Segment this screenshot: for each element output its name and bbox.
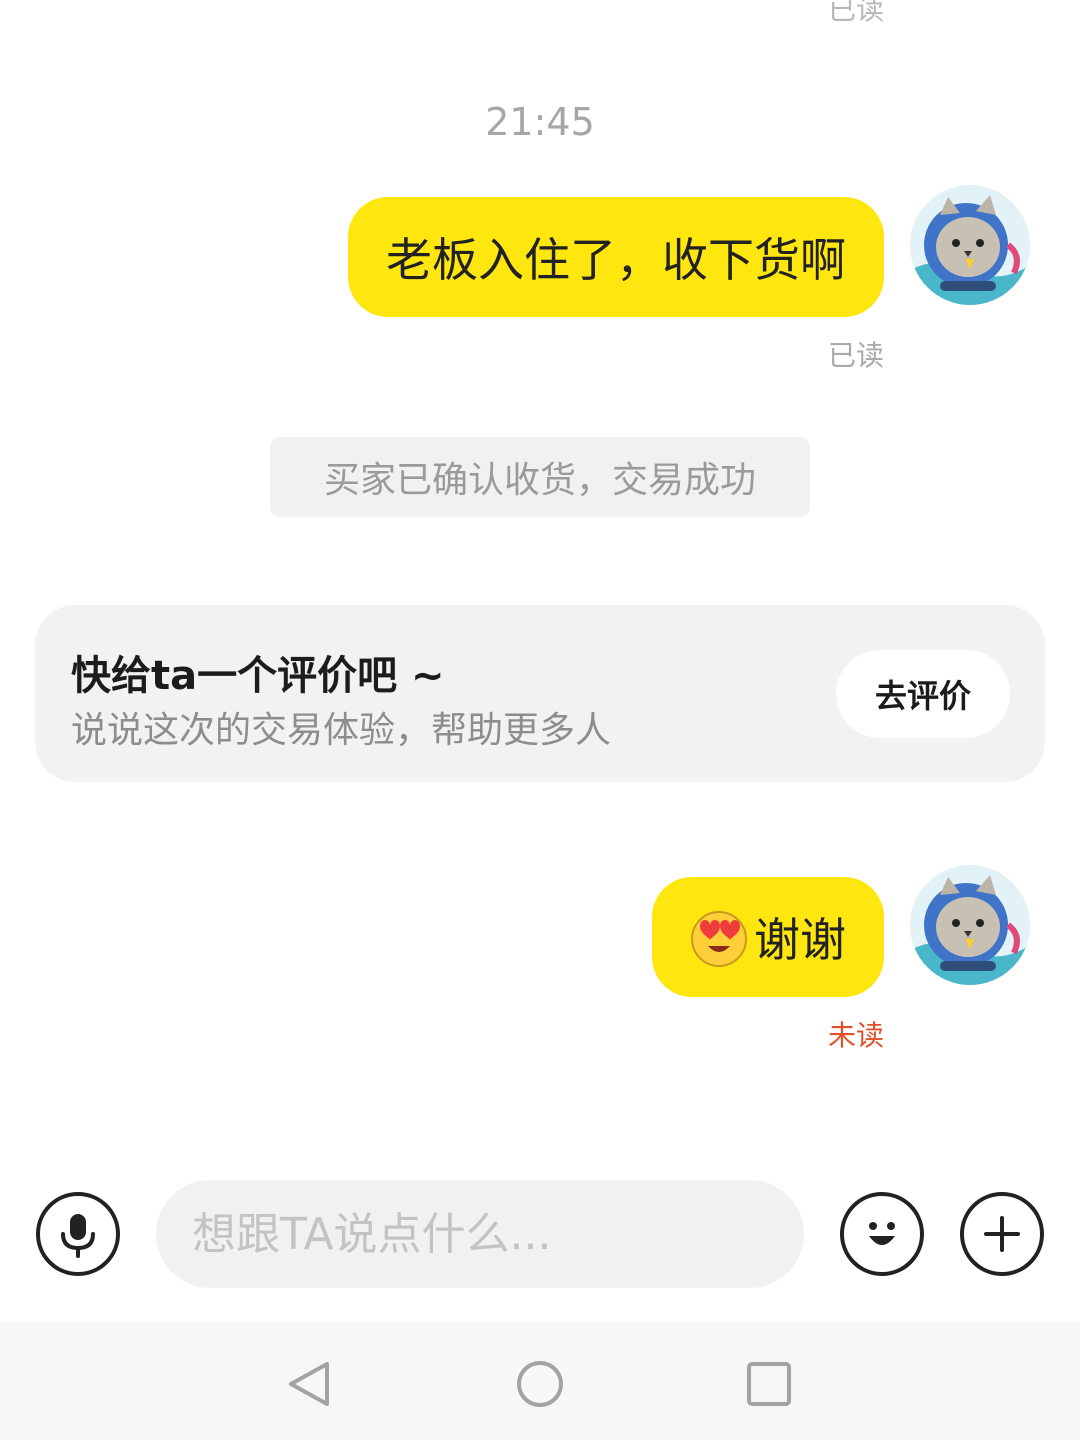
circle-home-icon [517, 1361, 563, 1407]
outgoing-message-1: 老板入住了，收下货啊 [348, 185, 1030, 317]
input-bar [0, 1180, 1080, 1288]
voice-button[interactable] [36, 1192, 120, 1276]
transaction-success-notice: 买家已确认收货，交易成功 [270, 437, 810, 517]
cat-avatar-icon [910, 865, 1030, 985]
more-button[interactable] [960, 1192, 1044, 1276]
message-timestamp: 21:45 [485, 100, 595, 144]
review-subtitle: 说说这次的交易体验，帮助更多人 [71, 710, 612, 751]
outgoing-message-2: 谢谢 [652, 865, 1030, 997]
message-text: 老板入住了，收下货啊 [386, 233, 846, 287]
nav-recents-button[interactable] [741, 1356, 797, 1412]
read-status: 已读 [827, 339, 884, 372]
message-bubble[interactable]: 老板入住了，收下货啊 [348, 197, 884, 317]
message-input[interactable] [156, 1180, 804, 1288]
avatar[interactable] [910, 865, 1030, 985]
plus-icon [984, 1216, 1020, 1252]
review-title: 快给ta一个评价吧 ~ [71, 653, 445, 699]
microphone-icon [61, 1214, 95, 1258]
review-prompt-card: 快给ta一个评价吧 ~ 说说这次的交易体验，帮助更多人 去评价 [35, 605, 1045, 782]
message-bubble[interactable]: 谢谢 [652, 877, 884, 997]
cat-avatar-icon [910, 185, 1030, 305]
nav-back-button[interactable] [281, 1356, 337, 1412]
chat-screen: 已读 21:45 老板入住了，收下货啊 已读 买家已确认收货，交易成功 快给ta… [0, 0, 1080, 1440]
go-review-button[interactable]: 去评价 [836, 650, 1010, 738]
triangle-back-icon [289, 1362, 329, 1406]
unread-status: 未读 [827, 1019, 884, 1052]
avatar[interactable] [910, 185, 1030, 305]
nav-home-button[interactable] [512, 1356, 568, 1412]
system-navigation-bar [0, 1322, 1080, 1440]
emoji-button[interactable] [840, 1192, 924, 1276]
message-text: 谢谢 [754, 913, 846, 967]
notice-text: 买家已确认收货，交易成功 [323, 460, 756, 501]
smiley-icon [869, 1222, 895, 1245]
read-status-top: 已读 [827, 0, 884, 26]
square-recents-icon [747, 1362, 791, 1406]
heart-eyes-face-icon [691, 911, 747, 967]
